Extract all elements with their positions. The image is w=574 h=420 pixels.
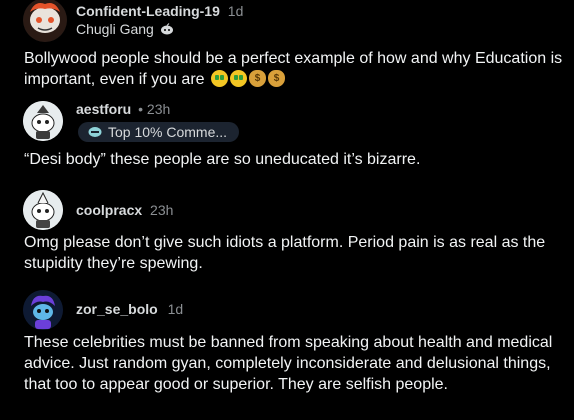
robot-icon	[160, 23, 173, 35]
snoo-avatar-icon	[23, 101, 63, 141]
comment-author-line: coolpracx 23h	[76, 202, 173, 218]
comment-time: 23h	[150, 202, 174, 218]
post-time: 1d	[227, 3, 244, 19]
snoo-avatar-icon	[23, 0, 67, 42]
avatar[interactable]	[23, 101, 63, 141]
comment-time: 1d	[167, 301, 184, 317]
community-line: Chugli Gang	[76, 21, 174, 37]
snoo-avatar-icon	[23, 190, 63, 230]
comment-body: These celebrities must be banned from sp…	[24, 334, 553, 393]
avatar[interactable]	[23, 190, 63, 230]
money-mouth-face-icon	[230, 70, 247, 87]
community-name[interactable]: Chugli Gang	[76, 21, 154, 37]
comment: zor_se_bolo 1d These celebrities must be…	[0, 290, 574, 420]
flair-badge[interactable]: Top 10% Comme...	[78, 122, 240, 142]
comment-author[interactable]: zor_se_bolo	[76, 301, 158, 317]
comment-time: • 23h	[138, 101, 171, 117]
comment-body: “Desi body” these people are so uneducat…	[24, 151, 421, 168]
comment-author[interactable]: aestforu	[76, 101, 131, 117]
avatar[interactable]	[23, 0, 67, 42]
comment-body: Omg please don’t give such idiots a plat…	[24, 234, 546, 272]
comment-author-line: zor_se_bolo 1d	[76, 301, 183, 317]
post-body: Bollywood people should be a perfect exa…	[24, 48, 564, 90]
money-bag-icon: $	[249, 70, 266, 87]
money-bag-icon: $	[268, 70, 285, 87]
post-author[interactable]: Confident-Leading-19	[76, 3, 220, 19]
comment-award-icon	[88, 127, 102, 137]
post-author-line: Confident-Leading-19 1d	[76, 3, 243, 19]
comment-author[interactable]: coolpracx	[76, 202, 142, 218]
avatar[interactable]	[23, 290, 63, 330]
flair-badge-label: Top 10% Comme...	[108, 124, 228, 140]
money-mouth-face-icon	[211, 70, 228, 87]
comment: aestforu • 23h Top 10% Comme... “Desi bo…	[0, 96, 574, 182]
top-comment: Confident-Leading-19 1d Chugli Gang Boll…	[0, 0, 574, 96]
emoji-row: $ $	[211, 70, 285, 87]
comment: coolpracx 23h Omg please don’t give such…	[0, 190, 574, 280]
post-body-text: Bollywood people should be a perfect exa…	[24, 50, 563, 88]
snoo-avatar-icon	[23, 290, 63, 330]
comment-author-line: aestforu • 23h	[76, 101, 170, 117]
